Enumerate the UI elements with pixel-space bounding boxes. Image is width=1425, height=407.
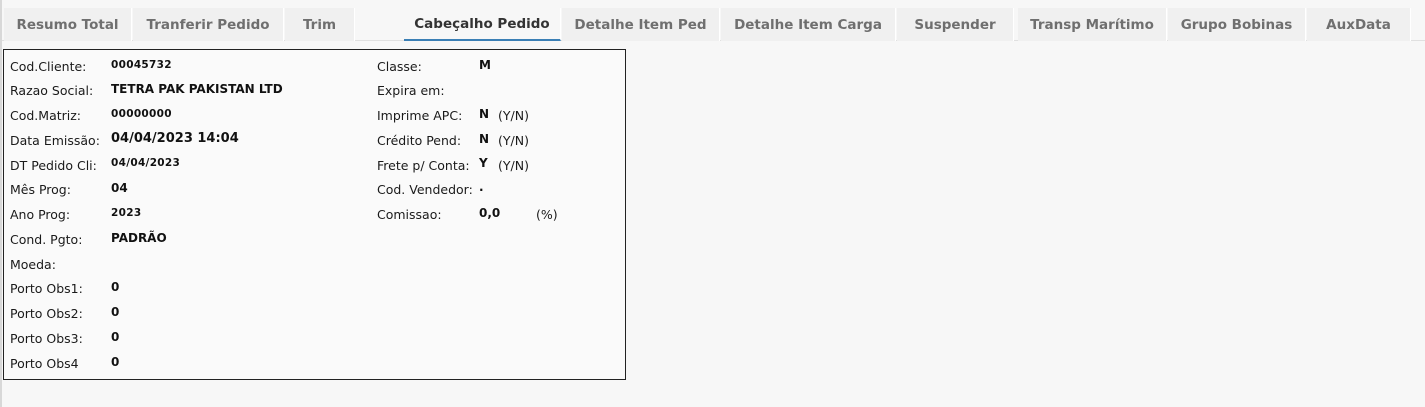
- tab-trim[interactable]: Trim: [285, 8, 355, 41]
- razao-social-label: Razao Social:: [10, 83, 94, 98]
- comissao-hint: (%): [536, 207, 558, 222]
- classe-value: M: [479, 58, 491, 72]
- credito-pend-value: N: [479, 132, 490, 146]
- moeda-label: Moeda:: [10, 257, 56, 272]
- tab-tranferir-pedido[interactable]: Tranferir Pedido: [133, 8, 284, 41]
- tab-auxdata[interactable]: AuxData: [1307, 8, 1411, 41]
- window-left-border: [0, 0, 2, 407]
- porto-obs3-label: Porto Obs3:: [10, 331, 83, 346]
- cond-pgto-value: PADRÃO: [111, 231, 167, 245]
- imprime-apc-value: N: [479, 107, 490, 121]
- tab-transp-maritimo[interactable]: Transp Marítimo: [1018, 8, 1167, 41]
- porto-obs3-value: 0: [111, 330, 120, 344]
- porto-obs1-label: Porto Obs1:: [10, 281, 83, 296]
- tab-resumo-total[interactable]: Resumo Total: [4, 8, 132, 41]
- frete-conta-hint: (Y/N): [498, 158, 529, 173]
- dt-pedido-cli-label: DT Pedido Cli:: [10, 158, 97, 173]
- cod-vendedor-value: .: [479, 180, 484, 194]
- order-header-panel: Cod.Cliente: 00045732 Razao Social: TETR…: [3, 49, 626, 380]
- cod-vendedor-label: Cod. Vendedor:: [377, 182, 473, 197]
- expira-em-label: Expira em:: [377, 83, 445, 98]
- cod-cliente-label: Cod.Cliente:: [10, 59, 87, 74]
- ano-prog-value: 2023: [111, 207, 142, 219]
- frete-conta-value: Y: [479, 156, 488, 170]
- classe-label: Classe:: [377, 59, 422, 74]
- tab-grupo-bobinas[interactable]: Grupo Bobinas: [1168, 8, 1306, 41]
- porto-obs4-label: Porto Obs4: [10, 356, 79, 371]
- imprime-apc-label: Imprime APC:: [377, 108, 463, 123]
- imprime-apc-hint: (Y/N): [498, 108, 529, 123]
- cod-matriz-value: 00000000: [111, 108, 172, 120]
- mes-prog-label: Mês Prog:: [10, 182, 71, 197]
- porto-obs1-value: 0: [111, 280, 120, 294]
- cod-cliente-value: 00045732: [111, 59, 172, 71]
- credito-pend-hint: (Y/N): [498, 133, 529, 148]
- data-emissao-label: Data Emissão:: [10, 133, 100, 148]
- ano-prog-label: Ano Prog:: [10, 207, 71, 222]
- data-emissao-value: 04/04/2023 14:04: [111, 131, 239, 146]
- cond-pgto-label: Cond. Pgto:: [10, 232, 83, 247]
- frete-conta-label: Frete p/ Conta:: [377, 158, 470, 173]
- porto-obs4-value: 0: [111, 355, 120, 369]
- porto-obs2-value: 0: [111, 305, 120, 319]
- razao-social-value: TETRA PAK PAKISTAN LTD: [111, 82, 283, 96]
- mes-prog-value: 04: [111, 181, 128, 195]
- dt-pedido-cli-value: 04/04/2023: [111, 157, 181, 169]
- porto-obs2-label: Porto Obs2:: [10, 306, 83, 321]
- tab-cabecalho-pedido[interactable]: Cabeçalho Pedido: [404, 8, 561, 41]
- tab-bar: Resumo Total Tranferir Pedido Trim Cabeç…: [2, 0, 1425, 41]
- tab-suspender[interactable]: Suspender: [897, 8, 1014, 41]
- tab-detalhe-item-carga[interactable]: Detalhe Item Carga: [721, 8, 896, 41]
- tab-detalhe-item-ped[interactable]: Detalhe Item Ped: [562, 8, 720, 41]
- cod-matriz-label: Cod.Matriz:: [10, 108, 82, 123]
- comissao-value: 0,0: [479, 206, 501, 220]
- credito-pend-label: Crédito Pend:: [377, 133, 462, 148]
- comissao-label: Comissao:: [377, 207, 442, 222]
